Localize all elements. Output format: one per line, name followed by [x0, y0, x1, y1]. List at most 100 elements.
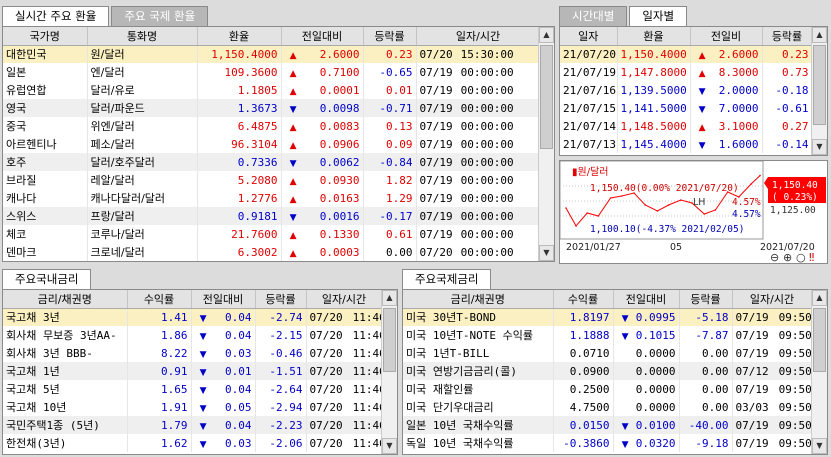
- table-row[interactable]: 브라질 레알/달러 5.2080 ▲ 0.0930 1.82 07/19 00:00:00: [3, 171, 541, 189]
- daily-scrollbar[interactable]: ▲ ▼: [811, 27, 827, 155]
- change-value: 0.0016: [319, 209, 360, 223]
- zoom-out-icon[interactable]: ⊖: [770, 251, 779, 264]
- table-row[interactable]: 미국 단기우대금리 4.7500 0.0000 0.00 03/03 09:50: [403, 398, 813, 416]
- bond-name-cell: 독일 10년 국채수익률: [403, 434, 554, 452]
- table-row[interactable]: 국고채 5년1.65 ▼ 0.04-2.6407/20 11:46: [3, 380, 383, 398]
- scroll-down-icon[interactable]: ▼: [539, 245, 554, 261]
- time-value: 00:00:00: [460, 191, 514, 205]
- arrow-down-icon: ▼: [621, 439, 629, 450]
- pct-cell: -2.74: [255, 308, 307, 326]
- scroll-up-icon[interactable]: ▲: [812, 290, 827, 306]
- yield-cell: 1.91: [127, 398, 192, 416]
- table-row[interactable]: 중국 위엔/달러 6.4875 ▲ 0.0083 0.13 07/19 00:00:00: [3, 117, 541, 135]
- fx-scroll-thumb[interactable]: [540, 45, 553, 149]
- domestic-scrollbar[interactable]: ▲ ▼: [381, 290, 397, 454]
- reset-icon[interactable]: ○: [796, 251, 806, 264]
- change-cell: ▼ 0.04: [191, 326, 256, 344]
- time-value: 00:00:00: [460, 209, 514, 223]
- tab-intl-rates[interactable]: 주요국제금리: [402, 269, 492, 289]
- table-row[interactable]: 체코 코루나/달러 21.7600 ▲ 0.1330 0.61 07/19 00:00:00: [3, 225, 541, 243]
- yield-cell: 1.8197: [553, 308, 614, 326]
- table-row[interactable]: 21/07/13 1,145.4000 ▼ 1.6000 -0.14: [560, 135, 813, 153]
- table-row[interactable]: 영국 달러/파운드 1.3673 ▼ 0.0098 -0.71 07/19 00:00:00: [3, 99, 541, 117]
- time-value: 15:30:00: [460, 47, 514, 61]
- change-cell: ▼ 0.04: [191, 380, 256, 398]
- bond-name-cell: 미국 10년T-NOTE 수익률: [403, 326, 554, 344]
- table-row[interactable]: 미국 연방기금금리(콜) 0.0900 0.0000 0.00 07/12 09:50: [403, 362, 813, 380]
- scroll-up-icon[interactable]: ▲: [812, 27, 827, 43]
- table-row[interactable]: 국민주택1종 (5년)1.79 ▼ 0.04-2.2307/20 11:46: [3, 416, 383, 434]
- scroll-down-icon[interactable]: ▼: [812, 139, 827, 155]
- table-row[interactable]: 21/07/16 1,139.5000 ▼ 2.0000 -0.18: [560, 81, 813, 99]
- indicator-icon[interactable]: ‼: [809, 251, 814, 264]
- time-value: 09:50: [778, 364, 812, 378]
- table-row[interactable]: 일본 엔/달러 109.3600 ▲ 0.7100 -0.65 07/19 00:00:00: [3, 63, 541, 81]
- table-row[interactable]: 대한민국 원/달러 1,150.4000 ▲ 2.6000 0.23 07/20 15:30:…: [3, 45, 541, 63]
- country-cell: 일본: [3, 63, 88, 81]
- tab-by-time[interactable]: 시간대별: [559, 6, 628, 26]
- table-row[interactable]: 아르헨티나 페소/달러 96.3104 ▲ 0.0906 0.09 07/19 00:00:0…: [3, 135, 541, 153]
- fx-scrollbar[interactable]: ▲ ▼: [538, 27, 554, 261]
- table-row[interactable]: 국고채 1년0.91 ▼ 0.01-1.5107/20 11:46: [3, 362, 383, 380]
- arrow-up-icon: ▲: [289, 176, 297, 187]
- date-cell: 21/07/16: [560, 81, 618, 99]
- datetime-cell: 07/20 11:46: [306, 308, 383, 326]
- chart-data-point: [750, 183, 752, 185]
- change-value: 3.1000: [718, 119, 759, 133]
- table-row[interactable]: 덴마크 크로네/달러 6.3002 ▲ 0.0003 0.00 07/20 00:00:00: [3, 243, 541, 261]
- arrow-down-icon: ▼: [621, 421, 629, 432]
- table-row[interactable]: 미국 재할인률 0.2500 0.0000 0.00 07/19 09:50: [403, 380, 813, 398]
- intl-scroll-thumb[interactable]: [813, 308, 826, 372]
- datetime-cell: 07/19 00:00:00: [416, 153, 541, 171]
- date-value: 07/19: [419, 173, 453, 187]
- table-row[interactable]: 21/07/19 1,147.8000 ▲ 8.3000 0.73: [560, 63, 813, 81]
- date-value: 03/03: [735, 400, 769, 414]
- scroll-up-icon[interactable]: ▲: [382, 290, 397, 306]
- tab-intl-fx[interactable]: 주요 국제 환율: [111, 6, 209, 26]
- tab-by-date[interactable]: 일자별: [629, 6, 688, 26]
- arrow-down-icon: ▼: [199, 331, 207, 342]
- table-row[interactable]: 미국 10년T-NOTE 수익률 1.1888 ▼ 0.1015 -7.87 07/19 0…: [403, 326, 813, 344]
- arrow-up-icon: ▲: [289, 194, 297, 205]
- table-row[interactable]: 21/07/14 1,148.5000 ▲ 3.1000 0.27: [560, 117, 813, 135]
- table-row[interactable]: 미국 30년T-BOND 1.8197 ▼ 0.0995 -5.18 07/19 09:50: [403, 308, 813, 326]
- change-cell: ▼ 0.03: [191, 344, 256, 362]
- scroll-down-icon[interactable]: ▼: [382, 438, 397, 454]
- currency-cell: 달러/파운드: [87, 99, 198, 117]
- table-row[interactable]: 국고채 3년1.41 ▼ 0.04-2.7407/20 11:46: [3, 308, 383, 326]
- column-header: 등락률: [363, 27, 417, 46]
- table-row[interactable]: 독일 10년 국채수익률 -0.3860 ▼ 0.0320 -9.18 07/19 09:5…: [403, 434, 813, 452]
- table-row[interactable]: 캐나다 캐나다달러/달러 1.2776 ▲ 0.0163 1.29 07/19 00:00:0…: [3, 189, 541, 207]
- zoom-in-icon[interactable]: ⊕: [783, 251, 792, 264]
- table-row[interactable]: 유럽연합 달러/유로 1.1805 ▲ 0.0001 0.01 07/19 00:00:00: [3, 81, 541, 99]
- intl-scrollbar[interactable]: ▲ ▼: [811, 290, 827, 454]
- currency-cell: 달러/호주달러: [87, 153, 198, 171]
- domestic-scroll-thumb[interactable]: [383, 308, 396, 372]
- rate-cell: 1.3673: [197, 99, 282, 117]
- table-row[interactable]: 21/07/15 1,141.5000 ▼ 7.0000 -0.61: [560, 99, 813, 117]
- arrow-up-icon: ▲: [289, 140, 297, 151]
- scroll-down-icon[interactable]: ▼: [812, 438, 827, 454]
- change-value: 0.1330: [319, 227, 360, 241]
- country-cell: 중국: [3, 117, 88, 135]
- table-row[interactable]: 스위스 프랑/달러 0.9181 ▼ 0.0016 -0.17 07/19 00:00:00: [3, 207, 541, 225]
- table-row[interactable]: 일본 10년 국채수익률 0.0150 ▼ 0.0100 -40.00 07/19 09:5…: [403, 416, 813, 434]
- chart-data-point: [759, 174, 761, 177]
- date-value: 07/20: [419, 47, 453, 61]
- table-row[interactable]: 회사채 무보증 3년AA-1.86 ▼ 0.04-2.1507/20 11:46: [3, 326, 383, 344]
- table-row[interactable]: 21/07/20 1,150.4000 ▲ 2.6000 0.23: [560, 45, 813, 63]
- table-row[interactable]: 호주 달러/호주달러 0.7336 ▼ 0.0062 -0.84 07/19 00:00:00: [3, 153, 541, 171]
- table-row[interactable]: 한전채(3년)1.62 ▼ 0.03-2.0607/20 11:46: [3, 434, 383, 452]
- scroll-up-icon[interactable]: ▲: [539, 27, 554, 43]
- arrow-down-icon: ▼: [621, 331, 629, 342]
- table-row[interactable]: 미국 1년T-BILL 0.0710 0.0000 0.00 07/19 09:50: [403, 344, 813, 362]
- date-value: 07/19: [735, 346, 769, 360]
- time-value: 11:46: [352, 310, 381, 324]
- tab-realtime-fx[interactable]: 실시간 주요 환율: [2, 6, 110, 26]
- chart-data-point: [656, 210, 659, 212]
- table-row[interactable]: 국고채 10년1.91 ▼ 0.05-2.9407/20 11:46: [3, 398, 383, 416]
- change-cell: ▲ 0.0930: [281, 171, 364, 189]
- daily-scroll-thumb[interactable]: [813, 45, 826, 125]
- table-row[interactable]: 회사채 3년 BBB-8.22 ▼ 0.03-0.4607/20 11:46: [3, 344, 383, 362]
- tab-domestic-rates[interactable]: 주요국내금리: [2, 269, 92, 289]
